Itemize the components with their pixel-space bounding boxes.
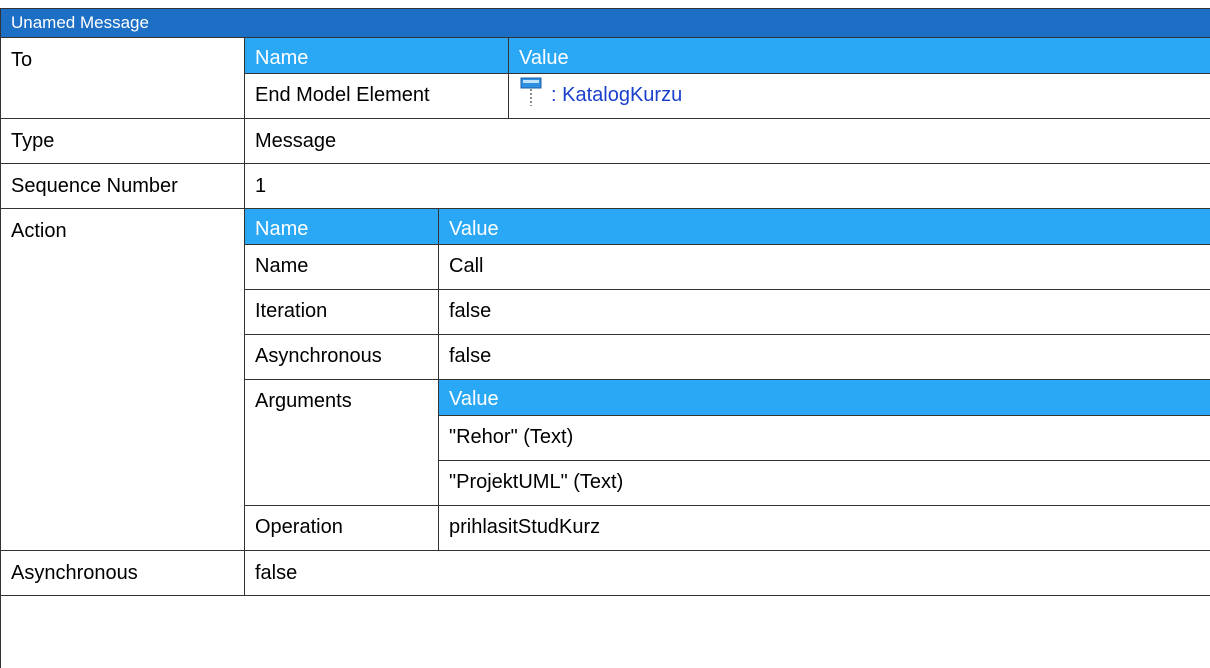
row-value-sequence-number: 1 (255, 175, 267, 197)
action-value-name: Call (449, 255, 484, 277)
action-row-asynchronous: Asynchronous false (245, 335, 1210, 380)
to-subtable-header: Name Value (245, 38, 1210, 74)
action-row-arguments: Arguments Value "Rehor" (Text) "ProjektU… (245, 380, 1210, 506)
to-row-end-model-element: End Model Element : KatalogKurzu (245, 74, 1210, 118)
to-subtable: Name Value End Model Element : KatalogKu… (245, 38, 1210, 118)
row-value-type: Message (255, 130, 337, 152)
action-row-iteration: Iteration false (245, 290, 1210, 335)
row-label-to: To (1, 38, 245, 118)
action-key-asynchronous: Asynchronous (245, 335, 439, 379)
argument-row: "ProjektUML" (Text) (439, 461, 1210, 505)
action-value-operation: prihlasitStudKurz (449, 516, 601, 538)
message-properties-table: Unamed Message To Name Value End Model E… (0, 8, 1210, 668)
action-key-name: Name (245, 245, 439, 289)
row-value-asynchronous: false (255, 562, 298, 584)
action-key-operation: Operation (245, 506, 439, 550)
argument-value: "ProjektUML" (Text) (449, 471, 624, 493)
argument-row: "Rehor" (Text) (439, 416, 1210, 461)
row-label-asynchronous: Asynchronous (1, 551, 245, 595)
action-value-iteration: false (449, 300, 492, 322)
lifeline-icon (519, 77, 543, 107)
row-label-sequence-number: Sequence Number (1, 164, 245, 208)
col-header-value: Value (449, 388, 499, 410)
action-subtable: Name Value Name Call Iteration false Asy… (245, 209, 1210, 550)
argument-value: "Rehor" (Text) (449, 426, 574, 448)
action-row-operation: Operation prihlasitStudKurz (245, 506, 1210, 550)
row-to: To Name Value End Model Element : Katalo… (1, 38, 1210, 119)
col-header-name: Name (245, 38, 509, 73)
col-header-value: Value (519, 47, 569, 69)
action-subtable-header: Name Value (245, 209, 1210, 245)
table-title: Unamed Message (1, 9, 1210, 38)
row-asynchronous: Asynchronous false (1, 551, 1210, 596)
end-model-element-link[interactable]: : KatalogKurzu (551, 84, 682, 106)
row-label-type: Type (1, 119, 245, 163)
row-label-action: Action (1, 209, 245, 550)
arguments-subtable-header: Value (439, 380, 1210, 416)
action-value-asynchronous: false (449, 345, 492, 367)
to-row-key: End Model Element (245, 74, 509, 118)
to-row-value[interactable]: : KatalogKurzu (509, 74, 1210, 118)
row-sequence-number: Sequence Number 1 (1, 164, 1210, 209)
arguments-subtable: Value "Rehor" (Text) "ProjektUML" (Text) (439, 380, 1210, 505)
action-key-arguments: Arguments (245, 380, 439, 505)
col-header-name: Name (245, 209, 439, 244)
row-action: Action Name Value Name Call Iteration fa… (1, 209, 1210, 551)
row-type: Type Message (1, 119, 1210, 164)
action-row-name: Name Call (245, 245, 1210, 290)
action-key-iteration: Iteration (245, 290, 439, 334)
col-header-value: Value (449, 218, 499, 240)
